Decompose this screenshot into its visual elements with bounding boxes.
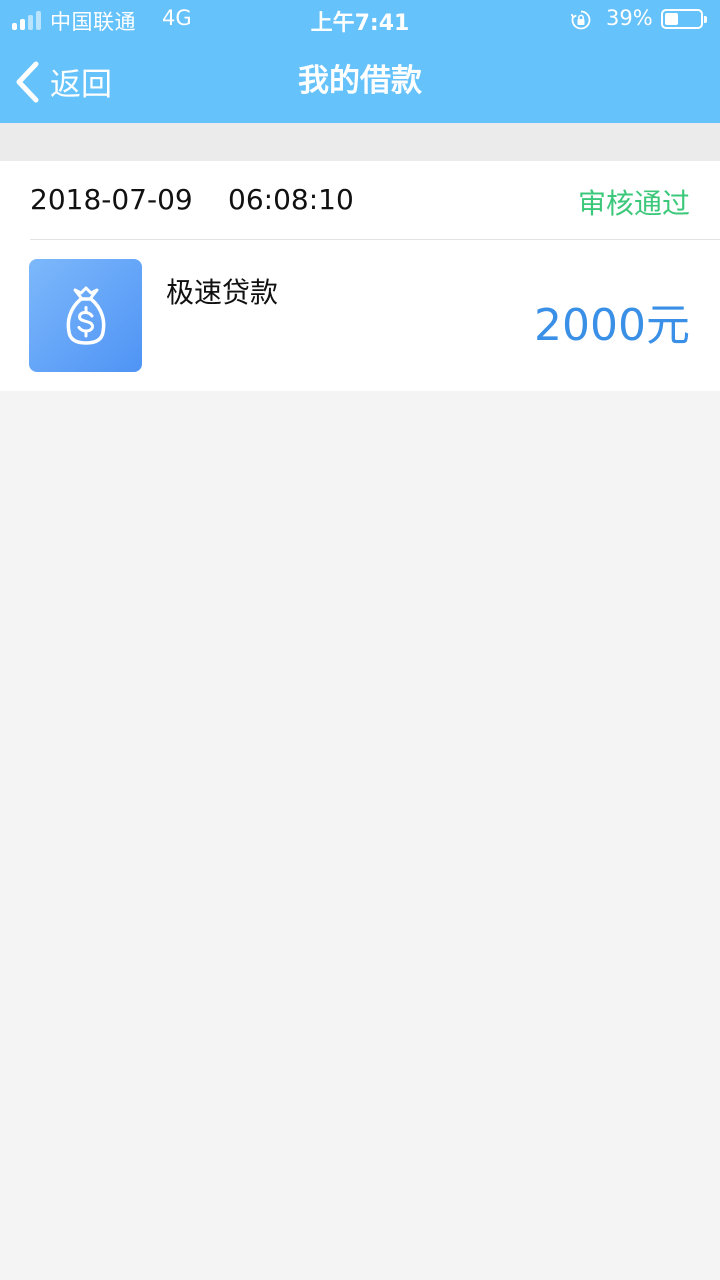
chevron-left-icon <box>16 61 39 102</box>
money-bag-icon <box>29 259 142 372</box>
loan-amount: 2000元 <box>534 300 690 351</box>
back-label: 返回 <box>50 67 112 103</box>
battery-icon <box>661 9 707 29</box>
battery-level <box>665 13 678 25</box>
orientation-lock-icon <box>570 10 591 30</box>
divider <box>30 239 720 240</box>
status-badge: 审核通过 <box>577 187 690 220</box>
loan-time: 06:08:10 <box>228 183 354 216</box>
loan-record-card[interactable]: 2018-07-09 06:08:10 审核通过 极速贷款 2000元 <box>0 161 720 391</box>
product-name: 极速贷款 <box>166 276 279 309</box>
app-header: 中国联通 4G 上午7:41 39% 返回 我的借款 <box>0 0 720 123</box>
navigation-bar: 返回 我的借款 <box>0 40 720 123</box>
status-bar: 中国联通 4G 上午7:41 39% <box>0 0 720 40</box>
loan-record-header: 2018-07-09 06:08:10 审核通过 <box>0 161 720 239</box>
page-title: 我的借款 <box>298 63 422 99</box>
section-spacer <box>0 123 720 161</box>
back-button[interactable]: 返回 <box>12 40 142 123</box>
battery-percentage: 39% <box>606 6 653 30</box>
loan-date: 2018-07-09 <box>30 183 193 216</box>
